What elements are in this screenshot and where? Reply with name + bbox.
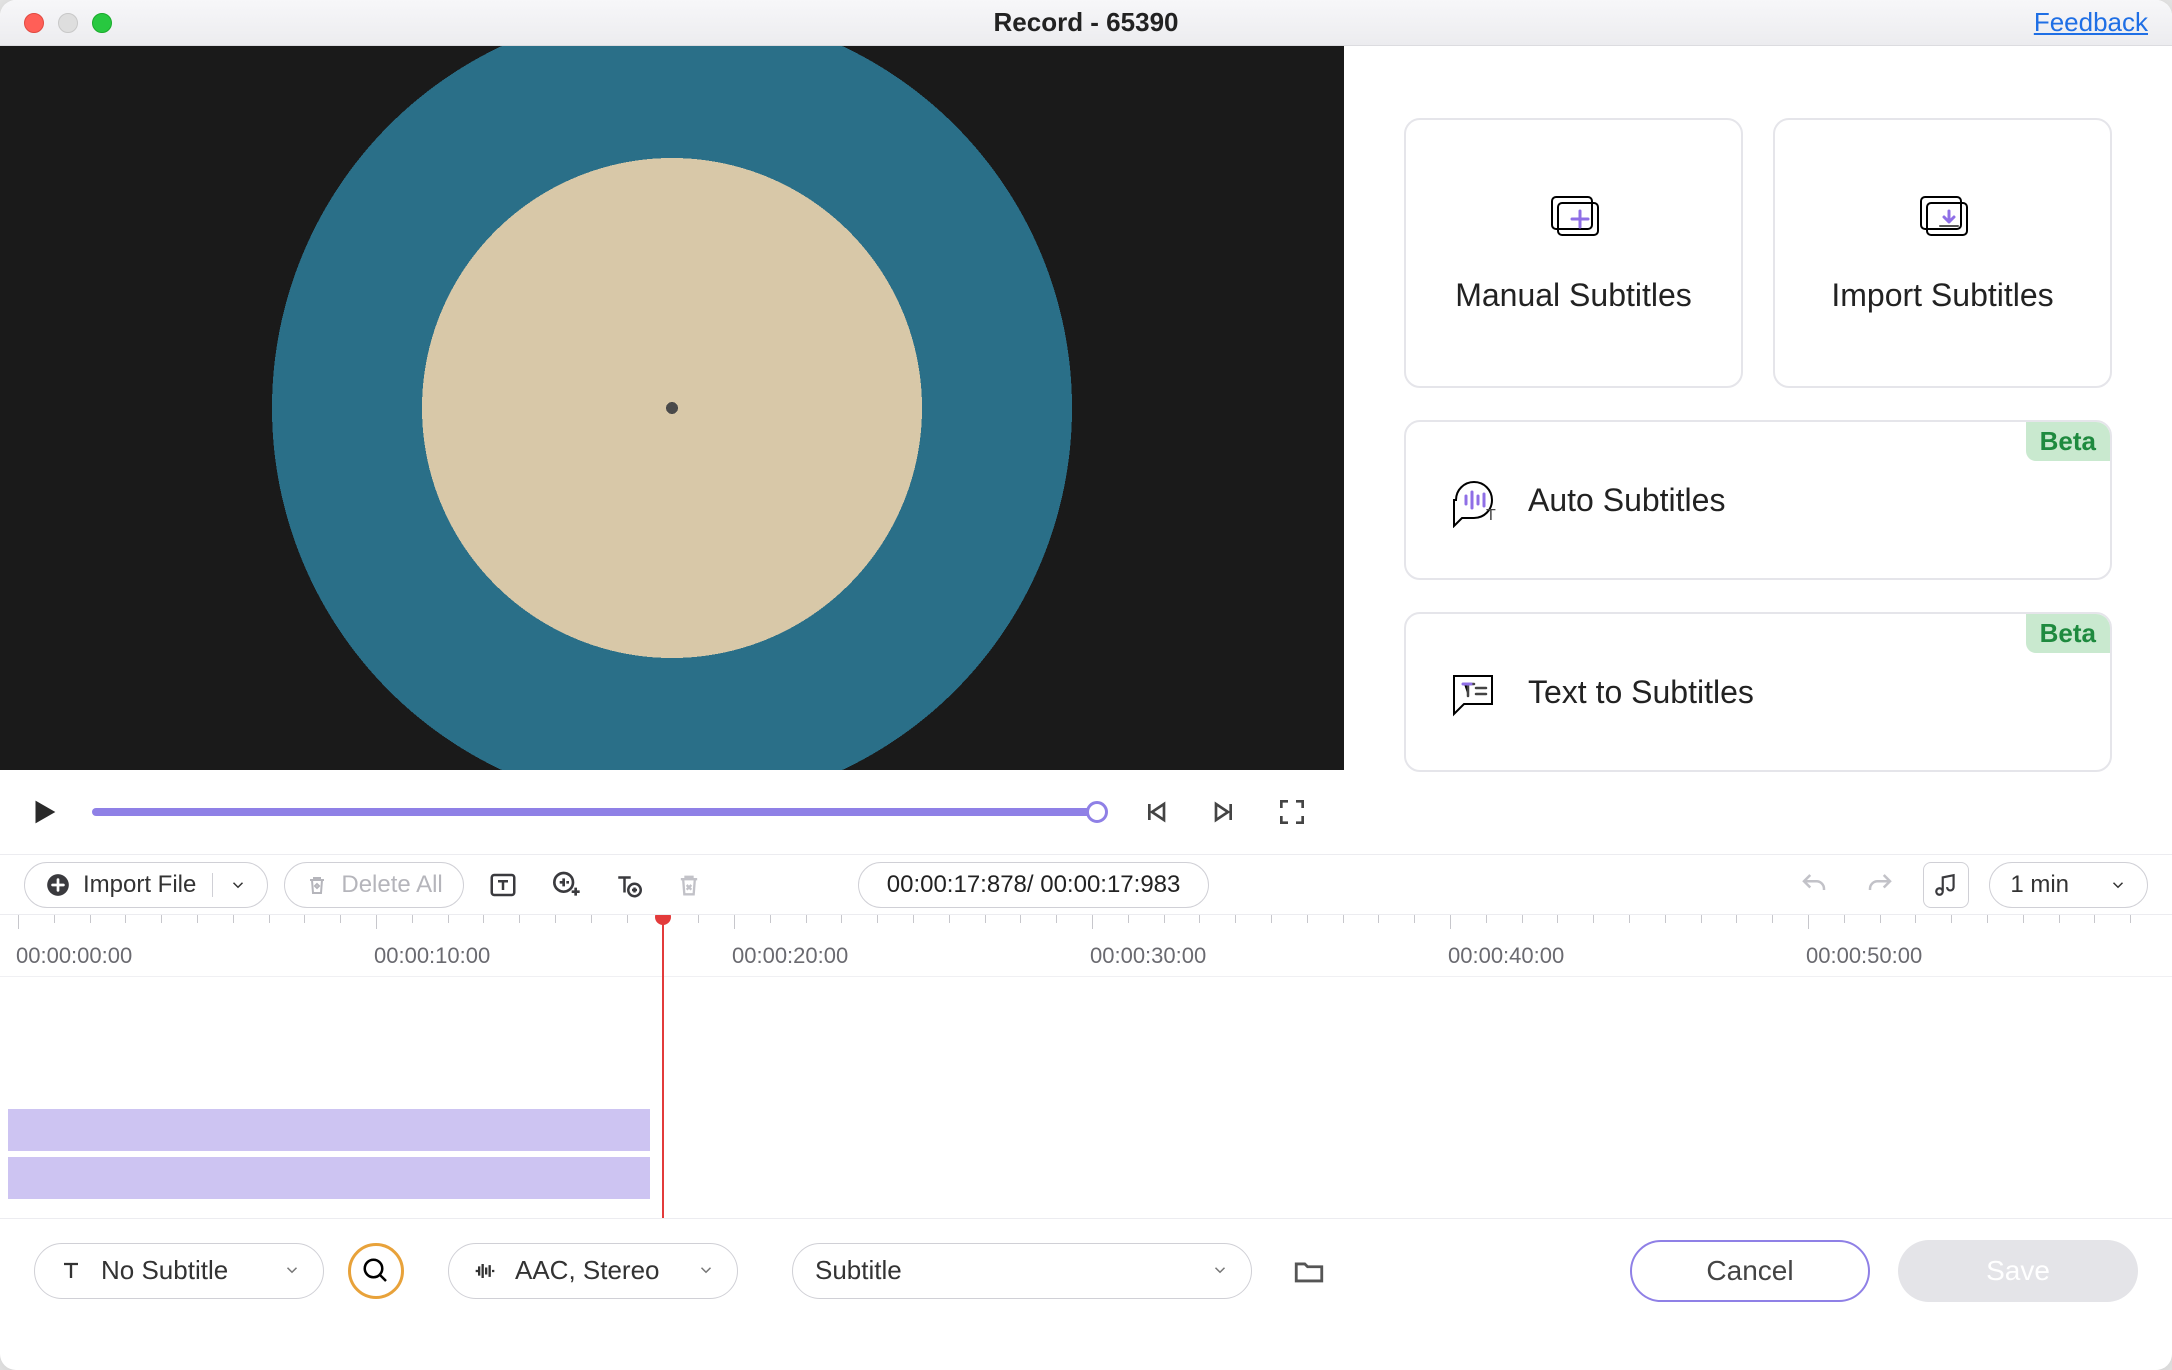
open-folder-button[interactable] — [1286, 1248, 1332, 1294]
text-plus-icon — [612, 870, 642, 900]
import-file-button[interactable]: Import File — [24, 862, 268, 908]
svg-text:T: T — [1486, 507, 1496, 524]
beta-badge: Beta — [2026, 614, 2110, 653]
save-button[interactable]: Save — [1898, 1240, 2138, 1302]
time-display: 00:00:17:878 / 00:00:17:983 — [858, 862, 1210, 908]
app-window: Record - 65390 Feedback — [0, 0, 2172, 1370]
play-button[interactable] — [24, 792, 64, 832]
audio-clip[interactable] — [8, 1157, 650, 1199]
timeline-toolbar: Import File Delete All 00:00:17:878 / 00… — [0, 854, 2172, 914]
video-frame — [0, 46, 1344, 770]
previous-frame-button[interactable] — [1136, 792, 1176, 832]
undo-icon — [1799, 870, 1829, 900]
subtitle-options: Manual Subtitles Import Subtitles Beta — [1344, 46, 2172, 854]
delete-selected-button[interactable] — [666, 862, 712, 908]
zoom-value: 1 min — [2010, 871, 2069, 899]
upper-area: Manual Subtitles Import Subtitles Beta — [0, 46, 2172, 854]
trash-icon — [305, 873, 329, 897]
text-box-icon — [488, 870, 518, 900]
music-button[interactable] — [1923, 862, 1969, 908]
ruler-label: 00:00:50:00 — [1806, 943, 1922, 969]
import-file-label: Import File — [83, 871, 196, 899]
window-controls — [0, 13, 112, 33]
manual-subtitles-card[interactable]: Manual Subtitles — [1404, 118, 1743, 388]
window-title: Record - 65390 — [0, 7, 2172, 38]
total-time: 00:00:17:983 — [1040, 871, 1180, 899]
maximize-window-button[interactable] — [92, 13, 112, 33]
category-select[interactable]: Subtitle — [792, 1243, 1252, 1299]
search-subtitle-button[interactable] — [348, 1243, 404, 1299]
preview-column — [0, 46, 1344, 854]
titlebar: Record - 65390 Feedback — [0, 0, 2172, 46]
text-to-subtitles-icon — [1446, 664, 1502, 720]
search-icon — [361, 1256, 391, 1286]
import-subtitles-icon — [1913, 193, 1973, 241]
delete-all-button[interactable]: Delete All — [284, 862, 463, 908]
chevron-down-icon — [229, 876, 247, 894]
ruler-label: 00:00:40:00 — [1448, 943, 1564, 969]
undo-button[interactable] — [1791, 862, 1837, 908]
import-subtitles-card[interactable]: Import Subtitles — [1773, 118, 2112, 388]
toolbar-right: 1 min — [1791, 862, 2148, 908]
audio-track-value: AAC, Stereo — [515, 1255, 660, 1286]
audio-track-select[interactable]: AAC, Stereo — [448, 1243, 738, 1299]
play-icon — [27, 795, 61, 829]
ruler-label: 00:00:00:00 — [16, 943, 132, 969]
redo-icon — [1865, 870, 1895, 900]
chevron-down-icon — [2109, 876, 2127, 894]
chevron-down-icon — [697, 1261, 715, 1279]
add-voice-button[interactable] — [542, 862, 588, 908]
ruler-label: 00:00:10:00 — [374, 943, 490, 969]
cancel-button[interactable]: Cancel — [1630, 1240, 1870, 1302]
video-preview[interactable] — [0, 46, 1344, 770]
subtitle-track-value: No Subtitle — [101, 1255, 228, 1286]
music-note-icon — [1933, 872, 1959, 898]
transport-bar — [0, 770, 1344, 854]
auto-subtitles-card[interactable]: Beta T Auto Subtitles — [1404, 420, 2112, 580]
text-icon — [57, 1257, 85, 1285]
plus-circle-icon — [45, 872, 71, 898]
manual-subtitles-label: Manual Subtitles — [1455, 277, 1692, 314]
manual-subtitles-icon — [1544, 193, 1604, 241]
timeline[interactable]: 00:00:00:00 00:00:10:00 00:00:20:00 00:00:3… — [0, 914, 2172, 1218]
ruler-label: 00:00:30:00 — [1090, 943, 1206, 969]
import-subtitles-label: Import Subtitles — [1831, 277, 2053, 314]
feedback-link[interactable]: Feedback — [2034, 7, 2148, 38]
subtitle-track-select[interactable]: No Subtitle — [34, 1243, 324, 1299]
timeline-ruler: 00:00:00:00 00:00:10:00 00:00:20:00 00:00:3… — [0, 915, 2172, 977]
progress-knob[interactable] — [1086, 801, 1108, 823]
delete-all-label: Delete All — [341, 871, 442, 899]
text-to-subtitles-label: Text to Subtitles — [1528, 674, 1754, 711]
video-clip[interactable] — [8, 1109, 650, 1151]
auto-subtitles-label: Auto Subtitles — [1528, 482, 1725, 519]
trash-x-icon — [675, 871, 703, 899]
add-title-button[interactable] — [604, 862, 650, 908]
zoom-select[interactable]: 1 min — [1989, 862, 2148, 908]
timeline-tracks — [0, 977, 2172, 1218]
redo-button[interactable] — [1857, 862, 1903, 908]
voice-plus-icon — [549, 869, 581, 901]
skip-forward-icon — [1208, 796, 1240, 828]
bottom-bar: No Subtitle AAC, Stereo Subtitle Cancel … — [0, 1218, 2172, 1322]
progress-bar[interactable] — [92, 808, 1098, 816]
current-time: 00:00:17:878 — [887, 871, 1027, 899]
expand-icon — [1276, 796, 1308, 828]
chevron-down-icon — [1211, 1261, 1229, 1279]
text-to-subtitles-card[interactable]: Beta Text to Subtitles — [1404, 612, 2112, 772]
minimize-window-button[interactable] — [58, 13, 78, 33]
auto-subtitles-icon: T — [1446, 472, 1502, 528]
close-window-button[interactable] — [24, 13, 44, 33]
fullscreen-button[interactable] — [1272, 792, 1312, 832]
add-text-button[interactable] — [480, 862, 526, 908]
next-frame-button[interactable] — [1204, 792, 1244, 832]
skip-back-icon — [1140, 796, 1172, 828]
waveform-icon — [471, 1257, 499, 1285]
chevron-down-icon — [283, 1261, 301, 1279]
ruler-label: 00:00:20:00 — [732, 943, 848, 969]
beta-badge: Beta — [2026, 422, 2110, 461]
playhead[interactable] — [662, 915, 664, 1218]
category-value: Subtitle — [815, 1255, 902, 1286]
folder-icon — [1292, 1254, 1326, 1288]
